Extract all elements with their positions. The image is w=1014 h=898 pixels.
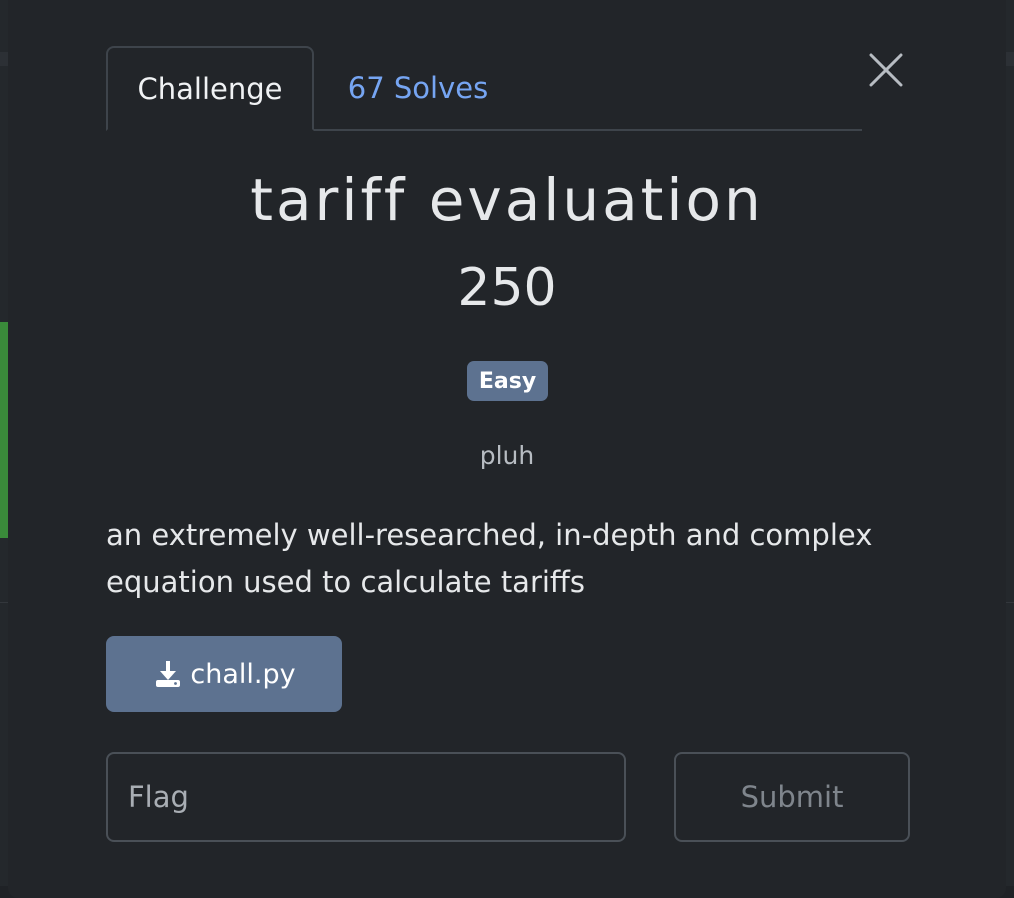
submit-label: Submit <box>740 780 844 814</box>
tab-solves-label: 67 Solves <box>347 70 489 105</box>
difficulty-badge: Easy <box>467 361 548 401</box>
challenge-description: an extremely well-researched, in-depth a… <box>106 518 873 599</box>
close-icon <box>869 53 903 87</box>
download-file-button[interactable]: chall.py <box>106 636 342 712</box>
flag-input[interactable] <box>106 752 626 842</box>
challenge-tabs: Challenge 67 Solves <box>106 46 862 131</box>
download-filename: chall.py <box>190 658 296 690</box>
challenge-title: tariff evaluation <box>250 166 764 234</box>
challenge-author: pluh <box>479 441 535 470</box>
tab-solves[interactable]: 67 Solves <box>318 46 518 129</box>
challenge-points: 250 <box>457 258 557 318</box>
close-button[interactable] <box>866 50 906 90</box>
download-icon <box>156 661 181 687</box>
tab-challenge-label: Challenge <box>137 71 283 106</box>
tab-challenge[interactable]: Challenge <box>106 46 314 131</box>
submit-button[interactable]: Submit <box>674 752 910 842</box>
